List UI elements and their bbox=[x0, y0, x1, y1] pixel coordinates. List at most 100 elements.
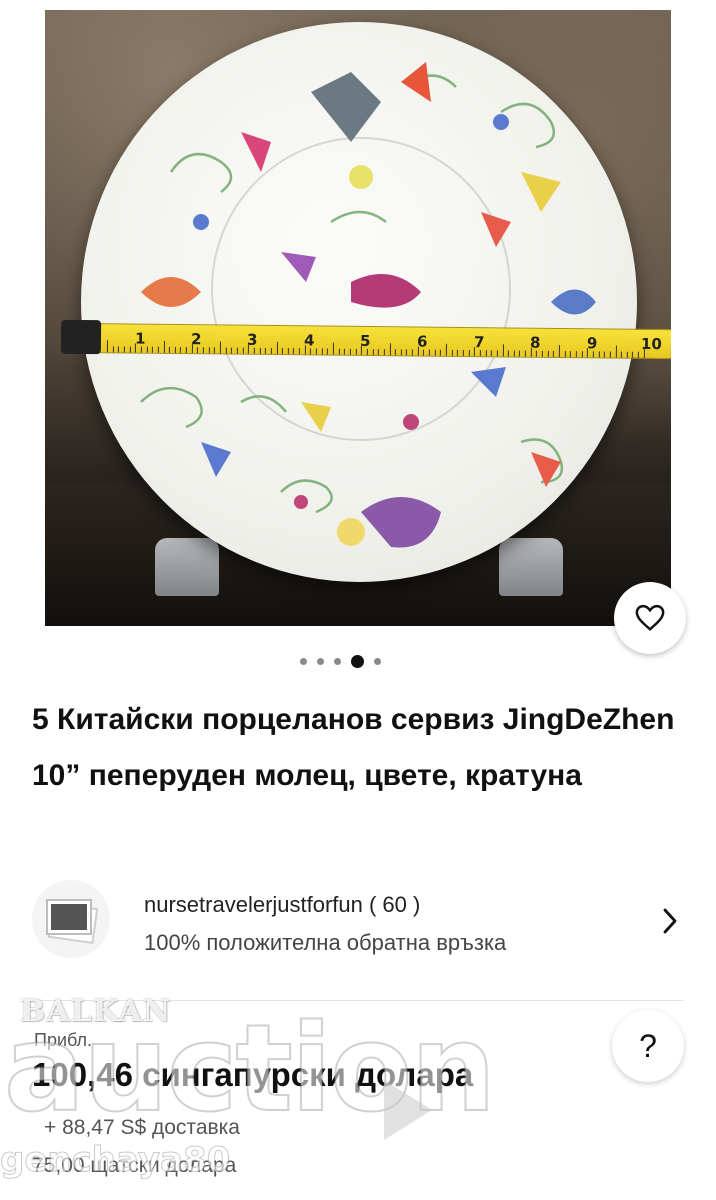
ruler-tick bbox=[231, 347, 233, 354]
ruler-tick bbox=[118, 346, 120, 353]
ruler-tick bbox=[411, 349, 414, 356]
page-dot[interactable] bbox=[300, 658, 307, 665]
ruler-tick bbox=[253, 347, 255, 354]
ruler-tick bbox=[485, 350, 487, 357]
ruler-tick bbox=[513, 350, 515, 357]
ruler-tick bbox=[315, 348, 317, 355]
watch-button[interactable] bbox=[614, 582, 686, 654]
page-dot[interactable] bbox=[374, 658, 381, 665]
ruler-tick bbox=[197, 347, 199, 354]
ruler-tick bbox=[502, 344, 504, 357]
page-dot-active[interactable] bbox=[351, 655, 364, 668]
ruler-tick bbox=[281, 348, 284, 355]
ruler-tick bbox=[609, 351, 611, 358]
ruler-tick bbox=[327, 348, 329, 355]
ruler-tick bbox=[383, 349, 385, 356]
ruler-tick bbox=[615, 345, 617, 358]
ruler-tick bbox=[592, 351, 594, 358]
heart-icon bbox=[635, 604, 665, 631]
ruler-tick bbox=[265, 347, 267, 354]
ruler-tick bbox=[225, 347, 227, 354]
ruler-tick bbox=[632, 351, 634, 358]
ruler-number: 9 bbox=[586, 334, 598, 353]
photo-placeholder-icon bbox=[46, 899, 99, 945]
porcelain-plate bbox=[81, 22, 637, 582]
ruler-tick bbox=[474, 347, 476, 357]
ruler-tick bbox=[587, 348, 589, 358]
ruler-tick bbox=[310, 348, 312, 355]
seller-row[interactable]: nursetravelerjustforfun ( 60 ) 100% поло… bbox=[32, 878, 692, 970]
ruler-tick bbox=[445, 343, 447, 356]
ruler-tick bbox=[564, 351, 566, 358]
ruler-tick bbox=[400, 349, 402, 356]
ruler-tick bbox=[191, 344, 193, 354]
plate-pattern bbox=[140, 62, 596, 548]
ruler-tick bbox=[146, 346, 148, 353]
listing-photo[interactable]: 1 2 3 4 5 6 7 8 9 10 bbox=[0, 0, 716, 632]
ruler-tick bbox=[553, 350, 555, 357]
ruler-tick bbox=[536, 350, 538, 357]
seller-feedback: 100% положителна обратна връзка bbox=[144, 930, 507, 955]
ruler-tick bbox=[440, 349, 442, 356]
ruler-tick bbox=[293, 348, 295, 355]
ruler-tick bbox=[304, 345, 306, 355]
ruler-tick bbox=[276, 342, 278, 355]
ruler-tick bbox=[106, 340, 108, 353]
ruler-number: 1 bbox=[134, 329, 146, 348]
ruler-tick bbox=[491, 350, 493, 357]
ruler-tick bbox=[332, 342, 334, 355]
ruler-tick bbox=[524, 350, 527, 357]
watermark-play-icon bbox=[384, 1080, 432, 1140]
ruler-tick bbox=[462, 349, 464, 356]
ruler-tick bbox=[140, 346, 142, 353]
ruler-tick bbox=[389, 343, 391, 356]
ruler-tick bbox=[394, 349, 397, 356]
ruler-tick bbox=[570, 351, 572, 358]
ruler-tick bbox=[219, 341, 221, 354]
ruler-tick bbox=[643, 348, 645, 358]
ruler-tick bbox=[169, 346, 171, 353]
ruler-tick bbox=[406, 349, 408, 356]
ruler-tick bbox=[349, 348, 351, 355]
ruler-tick bbox=[468, 350, 470, 357]
gallery-pagination bbox=[300, 655, 381, 668]
ruler-tick bbox=[428, 349, 430, 356]
seller-avatar bbox=[32, 880, 110, 958]
page-dot[interactable] bbox=[317, 658, 324, 665]
ruler-tick bbox=[372, 349, 374, 356]
ruler-tick bbox=[575, 351, 577, 358]
ruler-tick bbox=[434, 349, 436, 356]
photo-image: 1 2 3 4 5 6 7 8 9 10 bbox=[45, 10, 671, 626]
ruler-tick bbox=[479, 350, 481, 357]
ruler-tick bbox=[174, 346, 176, 353]
tape-case bbox=[60, 319, 102, 355]
ruler-tick bbox=[604, 351, 606, 358]
ruler-tick bbox=[378, 349, 380, 356]
ruler-tick bbox=[344, 348, 346, 355]
ruler-tick bbox=[417, 346, 419, 356]
ruler-tick bbox=[123, 346, 125, 353]
help-button[interactable]: ? bbox=[612, 1010, 684, 1082]
ruler-tick bbox=[214, 347, 216, 354]
ruler-tick bbox=[626, 351, 628, 358]
ruler-tick bbox=[361, 345, 363, 355]
ruler-tick bbox=[558, 344, 560, 357]
ruler-tick bbox=[208, 347, 210, 354]
ruler-tick bbox=[581, 351, 583, 358]
ruler-tick bbox=[547, 350, 549, 357]
ruler-tick bbox=[457, 349, 459, 356]
page-dot[interactable] bbox=[334, 658, 341, 665]
ruler-tick bbox=[242, 347, 244, 354]
ruler-tick bbox=[355, 348, 357, 355]
ruler-tick bbox=[541, 350, 543, 357]
ruler-tick bbox=[135, 343, 137, 353]
ruler-tick bbox=[451, 349, 453, 356]
ruler-tick bbox=[270, 347, 272, 354]
chevron-right-icon[interactable] bbox=[660, 906, 680, 936]
seller-name: nursetravelerjustforfun ( 60 ) bbox=[144, 892, 421, 917]
ruler-tick bbox=[185, 347, 188, 354]
ruler-tick bbox=[496, 350, 498, 357]
ruler-tick bbox=[519, 350, 521, 357]
ruler-tick bbox=[298, 348, 301, 355]
ruler-tick bbox=[157, 346, 159, 353]
